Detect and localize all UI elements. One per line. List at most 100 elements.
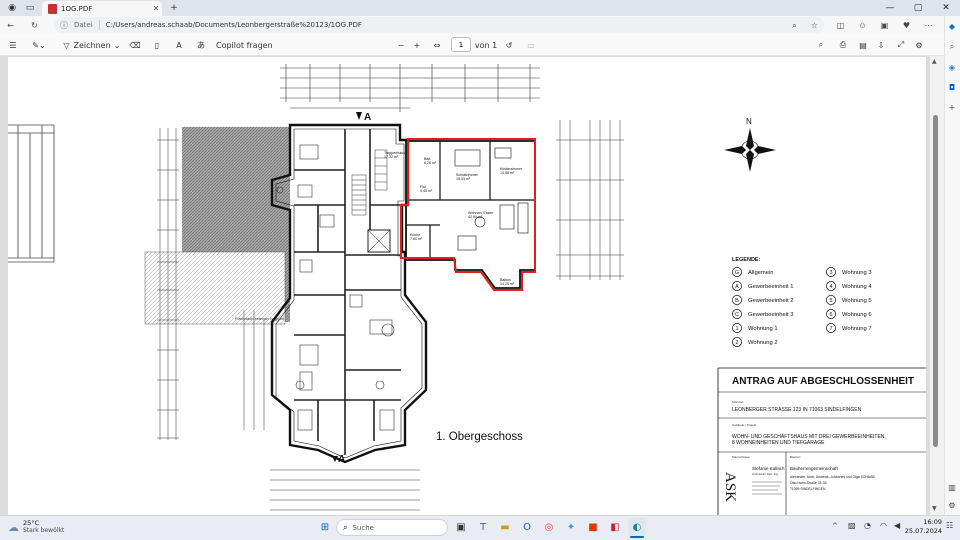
scrollbar-thumb[interactable] (933, 115, 938, 447)
split-screen-icon[interactable]: ◫ (834, 19, 847, 32)
profile-icon[interactable]: ◉ (6, 2, 18, 14)
acrobat-icon[interactable]: ◧ (606, 518, 624, 536)
maximize-button[interactable]: ▢ (904, 0, 932, 16)
scroll-down-icon[interactable]: ▼ (932, 505, 937, 512)
refresh-icon[interactable]: ↻ (28, 19, 41, 32)
legend-title: LEGENDE: (732, 257, 761, 263)
sidebar-settings-icon[interactable]: ⚙ (945, 498, 959, 512)
settings-gear-icon[interactable]: ⚙ (912, 38, 926, 52)
edge-icon[interactable]: ◐ (628, 518, 646, 536)
draw-dropdown-icon[interactable]: ⌄ (112, 38, 122, 52)
taskbar-search[interactable]: ⌕ Suche (336, 519, 448, 536)
rotate-icon[interactable]: ↺ (502, 38, 516, 52)
close-window-button[interactable]: ✕ (932, 0, 960, 16)
eraser-icon[interactable]: ⌫ (128, 38, 142, 52)
ask-logo: ASK (722, 472, 738, 502)
legend-label: Gewerbeeinheit 1 (748, 284, 793, 290)
architect-name: Stefanie Kallach (752, 466, 785, 471)
address-separator (98, 20, 100, 30)
outlook-icon[interactable]: ◘ (945, 80, 959, 94)
back-icon[interactable]: ← (4, 19, 17, 32)
notifications-icon[interactable]: ☷ (946, 521, 953, 530)
taskbar-search-placeholder: Suche (352, 523, 374, 532)
highlight-icon[interactable]: ✎⌄ (28, 38, 50, 52)
architect-subtitle: Architektin Dipl.-Ing. (752, 472, 779, 476)
copilot-label: Copilot fragen (216, 40, 273, 50)
tray-app-icon[interactable]: ▨ (848, 521, 856, 530)
copilot-taskbar-icon[interactable]: ✦ (562, 518, 580, 536)
address-scheme-label: Datei (74, 21, 93, 29)
browser-essentials-icon[interactable]: ♥ (900, 19, 913, 32)
legend-item: 1 Wohnung 1 (732, 323, 778, 333)
copilot-button[interactable]: Copilot fragen (216, 38, 276, 52)
zoom-in-icon[interactable]: + (410, 38, 424, 52)
new-tab-icon[interactable]: + (168, 2, 180, 14)
sidebar-apps-icon[interactable]: ◈ (945, 60, 959, 74)
scroll-up-icon[interactable]: ▲ (932, 58, 937, 65)
compass-rose: N (724, 117, 776, 172)
page-number-input[interactable]: 1 (451, 37, 471, 52)
find-icon[interactable]: ⌕ (814, 38, 828, 52)
page-view-icon[interactable]: ▯ (150, 38, 164, 52)
bauherr-name: Bauherrengemeinschaft (790, 466, 839, 471)
zoom-icon[interactable]: ⌕ (788, 19, 801, 32)
network-icon[interactable]: ◔ (864, 521, 871, 530)
sidebar-add-icon[interactable]: + (945, 100, 959, 114)
legend-item: 2 Wohnung 2 (732, 337, 778, 347)
collections-icon[interactable]: ▣ (878, 19, 891, 32)
tray-chevron-icon[interactable]: ^ (832, 522, 838, 530)
project-line-1: WOHN- UND GESCHÄFTSHAUS MIT DREI GEWERBE… (732, 433, 886, 440)
legend-symbol: 2 (735, 340, 738, 346)
read-aloud-icon[interactable]: A (172, 38, 186, 52)
chrome-icon[interactable]: ◎ (540, 518, 558, 536)
fit-page-icon[interactable]: ⇔ (430, 38, 444, 52)
tab-1og-pdf[interactable]: 1OG.PDF ✕ (42, 1, 162, 16)
print-icon[interactable]: ⎙ (836, 38, 850, 52)
tab-title: 1OG.PDF (61, 4, 93, 13)
taskbar-search-icon: ⌕ (343, 522, 348, 532)
save-icon[interactable]: ▤ (856, 38, 870, 52)
office-icon[interactable]: ■ (584, 518, 602, 536)
outlook-taskbar-icon[interactable]: O (518, 518, 536, 536)
room-area-kinderzimmer: 14,88 m² (500, 171, 515, 175)
weather-desc: Stark bewölkt (23, 527, 65, 534)
two-page-icon[interactable]: ▭ (524, 38, 538, 52)
volume-icon[interactable]: ◀ (894, 521, 900, 530)
file-explorer-icon[interactable]: ▬ (496, 518, 514, 536)
favorites-icon[interactable]: ✩ (856, 19, 869, 32)
planverfasser-label: Planverfasser (732, 455, 750, 459)
zoom-out-icon[interactable]: − (394, 38, 408, 52)
floor-name-label: 1. Obergeschoss (436, 431, 523, 443)
sidebar-split-icon[interactable]: ▥ (945, 480, 959, 494)
room-area-kueche: 7,60 m² (410, 237, 423, 241)
legend-label: Wohnung 2 (748, 340, 778, 346)
address-bar[interactable]: ⓘ Datei C:/Users/andreas.schaab/Document… (54, 17, 824, 33)
teams-icon[interactable]: T (474, 518, 492, 536)
legend-symbol: C (735, 312, 739, 318)
clock-date: 25.07.2024 (904, 527, 942, 535)
wifi-icon[interactable]: ◠ (880, 521, 887, 530)
legend-label: Wohnung 5 (842, 298, 872, 304)
sidebar-search-icon[interactable]: ⌕ (945, 40, 959, 54)
tab-actions-icon[interactable]: ▭ (24, 2, 36, 14)
task-view-icon[interactable]: ▣ (452, 518, 470, 536)
close-tab-icon[interactable]: ✕ (150, 4, 162, 13)
favorite-star-icon[interactable]: ☆ (808, 19, 821, 32)
legend-label: Allgemein (748, 270, 773, 276)
menu-dots-icon[interactable]: ⋯ (922, 19, 935, 32)
legend-label: Gewerbeeinheit 2 (748, 298, 793, 304)
save-as-icon[interactable]: ⇩ (874, 38, 888, 52)
minimize-button[interactable]: — (876, 0, 904, 16)
fullscreen-icon[interactable]: ⤢ (894, 38, 908, 52)
room-area-schlafzimmer: 15,33 m² (456, 177, 471, 181)
weather-widget[interactable]: ☁ 25°C Stark bewölkt (8, 519, 68, 535)
draw-button[interactable]: ▽ Zeichnen (62, 38, 112, 52)
clock[interactable]: 16:09 25.07.2024 (904, 518, 942, 536)
furniture (276, 144, 395, 431)
clock-time: 16:09 (923, 518, 942, 526)
contents-icon[interactable]: ☰ (6, 38, 20, 52)
translate-icon[interactable]: あ (194, 38, 208, 52)
start-button[interactable]: ⊞ (316, 518, 334, 536)
legend-symbol: 1 (735, 326, 738, 332)
copilot-icon[interactable]: ◆ (945, 19, 959, 33)
